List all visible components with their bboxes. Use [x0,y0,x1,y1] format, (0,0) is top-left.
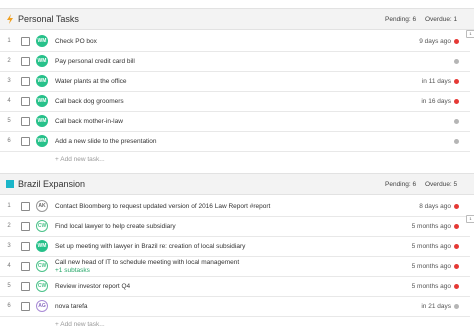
avatar[interactable]: CW [36,260,48,272]
add-task-link[interactable]: + Add new task... [55,156,105,163]
row-number: 5 [7,118,11,124]
task-row[interactable]: 3 WM Set up meeting with lawyer in Brazi… [0,237,470,257]
row-number: 1 [7,38,11,44]
due-date: in 16 days [421,98,451,105]
status-dot [454,304,459,309]
due-date: in 11 days [421,78,451,85]
status-dot [454,284,459,289]
avatar[interactable]: WM [36,115,48,127]
status-dot [454,59,459,64]
task-name[interactable]: Call back mother-in-law [55,118,123,125]
task-name[interactable]: Call back dog groomers [55,98,124,105]
subtasks-link[interactable]: +1 subtasks [55,267,239,275]
task-checkbox[interactable] [21,282,30,291]
task-checkbox[interactable] [21,77,30,86]
avatar[interactable]: WM [36,95,48,107]
row-number: 4 [7,263,11,269]
task-checkbox[interactable] [21,202,30,211]
task-name[interactable]: Review investor report Q4 [55,283,130,290]
task-checkbox[interactable] [21,37,30,46]
task-name[interactable]: Check PO box [55,38,97,45]
task-row[interactable]: 5 WM Call back mother-in-law [0,112,470,132]
row-number: 6 [7,138,11,144]
add-task-link[interactable]: + Add new task... [55,321,105,328]
task-name[interactable]: Find local lawyer to help create subsidi… [55,223,176,230]
status-dot [454,39,459,44]
status-dot [454,204,459,209]
task-checkbox[interactable] [21,302,30,311]
due-date: 9 days ago [419,38,451,45]
section-title: Personal Tasks [18,14,79,24]
task-title: Call new head of IT to schedule meeting … [55,259,240,266]
row-number: 6 [7,303,11,309]
task-checkbox[interactable] [21,57,30,66]
row-number: 3 [7,78,11,84]
task-name[interactable]: Contact Bloomberg to request updated ver… [55,203,270,210]
task-checkbox[interactable] [21,137,30,146]
task-row[interactable]: 1 AK Contact Bloomberg to request update… [0,197,470,217]
avatar[interactable]: WM [36,55,48,67]
task-row[interactable]: 5 CW Review investor report Q4 5 months … [0,277,470,297]
section-header-personal-tasks[interactable]: Personal Tasks Pending: 6 Overdue: 1 [0,8,474,30]
due-date: 5 months ago [411,263,451,270]
task-row[interactable]: 4 CW Call new head of IT to schedule mee… [0,257,470,277]
task-row[interactable]: 3 WM Water plants at the office in 11 da… [0,72,470,92]
task-row[interactable]: 1 WM Check PO box 9 days ago 1 [0,30,474,52]
row-number: 2 [7,58,11,64]
due-date: 5 months ago [411,223,451,230]
task-checkbox[interactable] [21,222,30,231]
pending-count: Pending: 6 [385,16,417,23]
task-checkbox[interactable] [21,242,30,251]
due-date: in 21 days [421,303,451,310]
status-dot [454,99,459,104]
section-title: Brazil Expansion [18,179,86,189]
square-icon [6,180,14,188]
avatar[interactable]: WM [36,35,48,47]
task-name[interactable]: Set up meeting with lawyer in Brazil re:… [55,243,245,250]
task-row[interactable]: 2 WM Pay personal credit card bill [0,52,470,72]
section-header-brazil-expansion[interactable]: Brazil Expansion Pending: 6 Overdue: 5 [0,173,474,195]
status-dot [454,224,459,229]
row-number: 5 [7,283,11,289]
task-row[interactable]: 4 WM Call back dog groomers in 16 days [0,92,470,112]
status-dot [454,244,459,249]
comment-icon[interactable]: 1 [466,30,474,38]
avatar[interactable]: CW [36,220,48,232]
task-name[interactable]: nova tarefa [55,303,88,310]
overdue-count: Overdue: 1 [425,16,458,23]
avatar[interactable]: WM [36,240,48,252]
task-name[interactable]: Water plants at the office [55,78,127,85]
status-dot [454,139,459,144]
task-checkbox[interactable] [21,97,30,106]
due-date: 5 months ago [411,243,451,250]
avatar[interactable]: AG [36,300,48,312]
task-name[interactable]: Add a new slide to the presentation [55,138,157,145]
comment-icon[interactable]: 1 [466,215,474,223]
avatar[interactable]: AK [36,200,48,212]
status-dot [454,119,459,124]
avatar[interactable]: WM [36,135,48,147]
overdue-count: Overdue: 5 [425,181,458,188]
pending-count: Pending: 6 [385,181,417,188]
task-row[interactable]: 6 AG nova tarefa in 21 days [0,297,470,317]
task-checkbox[interactable] [21,262,30,271]
row-number: 1 [7,203,11,209]
row-number: 2 [7,223,11,229]
status-dot [454,79,459,84]
status-dot [454,264,459,269]
avatar[interactable]: WM [36,75,48,87]
task-row[interactable]: 6 WM Add a new slide to the presentation [0,132,470,152]
due-date: 5 months ago [411,283,451,290]
task-row[interactable]: 2 CW Find local lawyer to help create su… [0,215,474,237]
lightning-icon [7,14,13,24]
task-checkbox[interactable] [21,117,30,126]
avatar[interactable]: CW [36,280,48,292]
row-number: 4 [7,98,11,104]
due-date: 8 days ago [419,203,451,210]
row-number: 3 [7,243,11,249]
task-name[interactable]: Call new head of IT to schedule meeting … [55,259,239,275]
task-name[interactable]: Pay personal credit card bill [55,58,135,65]
